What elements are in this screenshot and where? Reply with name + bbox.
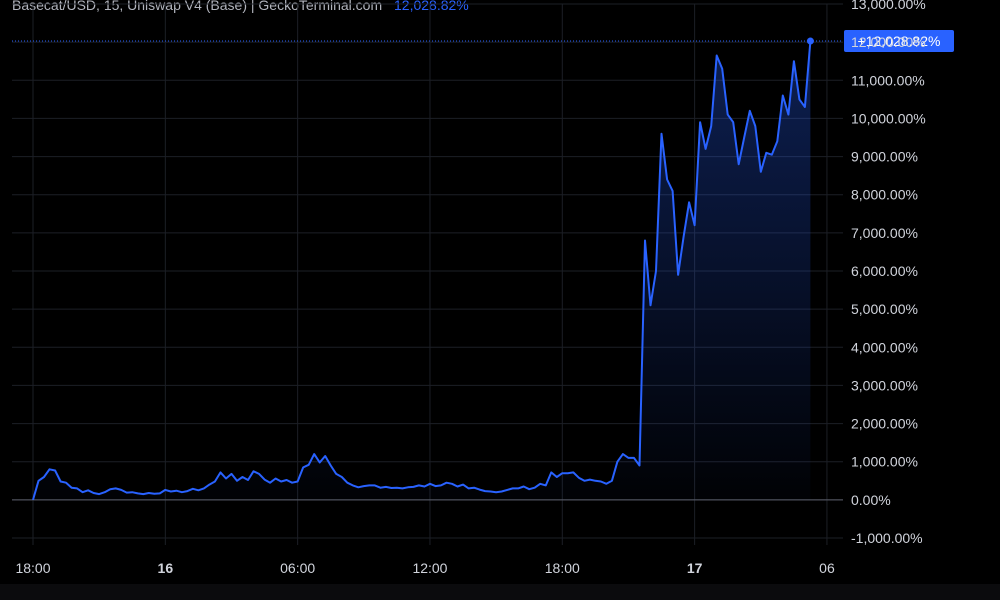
y-tick-label: 5,000.00% [851, 301, 918, 317]
x-tick-label: 18:00 [15, 560, 50, 576]
x-tick-label: 06:00 [280, 560, 315, 576]
x-tick-label: 06 [819, 560, 835, 576]
x-axis: 18:00 16 06:00 12:00 18:00 17 06 [15, 560, 834, 576]
y-tick-label: 12,000.00% [851, 34, 926, 50]
y-tick-label: 6,000.00% [851, 263, 918, 279]
y-tick-label: 3,000.00% [851, 377, 918, 393]
y-tick-label: 0.00% [851, 492, 891, 508]
y-tick-label: 1,000.00% [851, 454, 918, 470]
y-tick-label: 8,000.00% [851, 187, 918, 203]
x-tick-label: 12:00 [412, 560, 447, 576]
y-tick-label: 10,000.00% [851, 110, 926, 126]
percent-change-chart[interactable]: +12,028.82% -1,000.00%0.00%1,000.00%2,00… [0, 0, 1000, 584]
y-axis: -1,000.00% 0.00% 1,000.00% 2,000.00% 3,000.0… [851, 0, 926, 546]
y-tick-label: 4,000.00% [851, 339, 918, 355]
x-tick-label: 17 [687, 560, 703, 576]
y-tick-label: 13,000.00% [851, 0, 926, 12]
x-tick-label: 18:00 [545, 560, 580, 576]
y-tick-label: 2,000.00% [851, 416, 918, 432]
y-tick-label: 11,000.00% [851, 72, 925, 88]
series-area [33, 41, 811, 500]
x-tick-label: 16 [158, 560, 174, 576]
last-value-dot [806, 37, 814, 45]
y-tick-label: 7,000.00% [851, 225, 918, 241]
y-tick-label: 9,000.00% [851, 149, 918, 165]
footer-bar [0, 584, 1000, 600]
y-tick-label: -1,000.00% [851, 530, 923, 546]
